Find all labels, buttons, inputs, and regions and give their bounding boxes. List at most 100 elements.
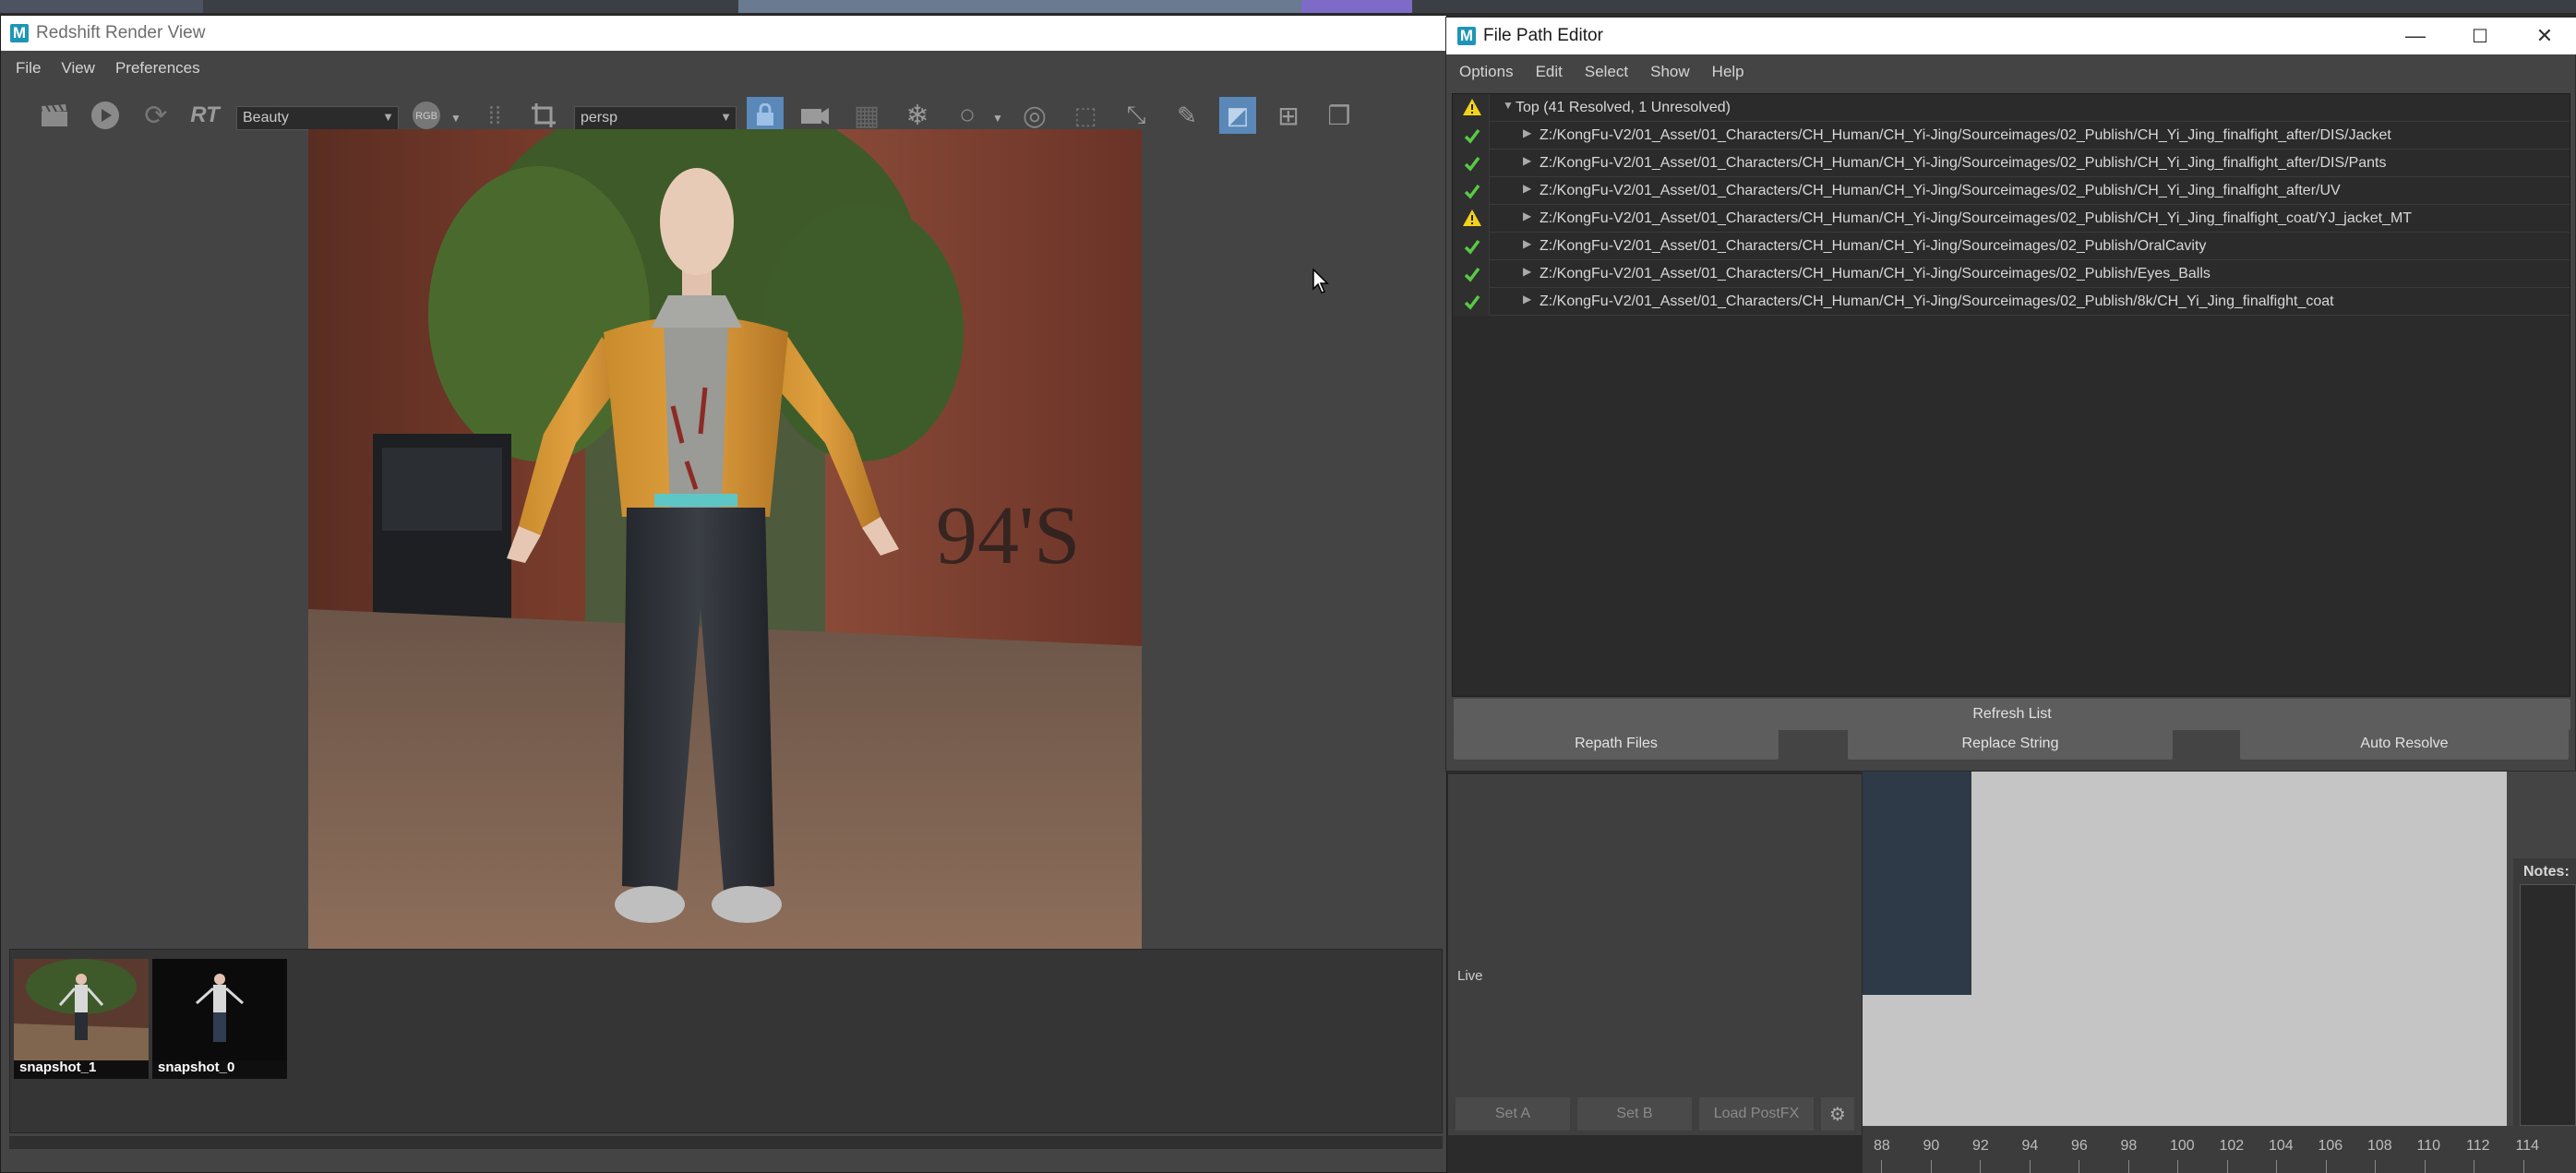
path-label: Z:/KongFu-V2/01_Asset/01_Characters/CH_H…	[1540, 266, 2211, 281]
focus-target-icon[interactable]: ◎	[1016, 97, 1053, 134]
crop-icon[interactable]	[525, 97, 562, 134]
tree-row[interactable]: ▶ Z:/KongFu-V2/01_Asset/01_Characters/CH…	[1453, 177, 2570, 205]
background-swatch	[1863, 770, 1971, 995]
snapshot-thumbnail[interactable]: snapshot_1	[14, 959, 149, 1079]
expand-arrow-icon[interactable]: ▶	[1523, 293, 1531, 305]
lock-region-icon[interactable]	[747, 97, 784, 134]
notes-textarea[interactable]	[2520, 884, 2576, 1126]
menu-options[interactable]: Options	[1459, 63, 1514, 81]
tree-row[interactable]: ▶ Z:/KongFu-V2/01_Asset/01_Characters/CH…	[1453, 150, 2570, 177]
tree-row[interactable]: ▶ Z:/KongFu-V2/01_Asset/01_Characters/CH…	[1453, 260, 2570, 288]
replace-string-button[interactable]: Replace String	[1848, 728, 2173, 760]
rgb-channel-icon[interactable]: RGB	[408, 97, 445, 134]
render-view-titlebar[interactable]: M Redshift Render View	[1, 16, 1446, 51]
gear-icon[interactable]: ⚙	[1821, 1097, 1854, 1131]
camera-combo[interactable]: persp ▼	[574, 106, 737, 130]
file-path-editor-title: File Path Editor	[1483, 26, 1603, 45]
timeline-tick-label: 108	[2367, 1138, 2392, 1154]
copy-snapshot-icon[interactable]: ❐	[1321, 97, 1358, 134]
set-a-button[interactable]: Set A	[1456, 1097, 1570, 1131]
menu-select[interactable]: Select	[1585, 63, 1628, 81]
menu-file[interactable]: File	[16, 59, 41, 78]
menu-view[interactable]: View	[61, 59, 95, 78]
timeline-tick	[2325, 1160, 2327, 1173]
horizontal-scrollbar[interactable]	[9, 1136, 1443, 1149]
snapshot-label: snapshot_0	[158, 1059, 235, 1075]
menu-show[interactable]: Show	[1650, 63, 1690, 81]
file-path-editor-titlebar[interactable]: M File Path Editor — ☐ ✕	[1446, 18, 2576, 54]
live-label: Live	[1457, 968, 1483, 984]
circle-icon[interactable]: ○	[949, 97, 986, 134]
rt-toggle[interactable]: RT	[186, 97, 223, 134]
fit-frame-icon[interactable]: ⤡	[1118, 97, 1155, 134]
close-icon[interactable]: ✕	[2512, 18, 2576, 54]
timeline-tick	[2375, 1160, 2376, 1173]
collapse-arrow-icon[interactable]: ▼	[1503, 99, 1514, 112]
tree-row[interactable]: ▶ Z:/KongFu-V2/01_Asset/01_Characters/CH…	[1453, 122, 2570, 150]
edit-region-icon[interactable]: ✎	[1168, 97, 1205, 134]
menu-edit[interactable]: Edit	[1536, 63, 1563, 81]
tree-row[interactable]: ▶ Z:/KongFu-V2/01_Asset/01_Characters/CH…	[1453, 205, 2570, 233]
expand-arrow-icon[interactable]: ▶	[1523, 126, 1531, 139]
file-path-editor-window: M File Path Editor — ☐ ✕ Options Edit Se…	[1445, 17, 2576, 772]
snapshot-thumbnail[interactable]: snapshot_0	[152, 959, 287, 1079]
refresh-icon[interactable]: ⟳	[138, 97, 174, 134]
timeline-tick-label: 110	[2416, 1138, 2441, 1154]
tree-row[interactable]: ▶ Z:/KongFu-V2/01_Asset/01_Characters/CH…	[1453, 233, 2570, 260]
path-label: Z:/KongFu-V2/01_Asset/01_Characters/CH_H…	[1540, 155, 2387, 171]
timeline-tick-label: 112	[2466, 1138, 2490, 1154]
channel-dropdown-icon[interactable]: ▼	[450, 112, 461, 125]
expand-arrow-icon[interactable]: ▶	[1523, 237, 1531, 250]
svg-text:RGB: RGB	[415, 111, 437, 122]
camera-combo-value: persp	[581, 110, 618, 126]
menu-help[interactable]: Help	[1712, 63, 1744, 81]
add-snapshot-icon[interactable]: ⊞	[1270, 97, 1307, 134]
bucket-grid-icon[interactable]: ▦	[848, 97, 885, 134]
expand-arrow-icon[interactable]: ▶	[1523, 209, 1531, 222]
expand-arrow-icon[interactable]: ▶	[1523, 182, 1531, 195]
aov-combo-value: Beauty	[243, 110, 289, 126]
file-path-tree[interactable]: ▼ Top (41 Resolved, 1 Unresolved) ▶ Z:/K…	[1452, 93, 2570, 697]
minimize-icon[interactable]: —	[2383, 18, 2448, 54]
expand-arrow-icon[interactable]: ▶	[1523, 154, 1531, 167]
timeline-tick	[2522, 1160, 2524, 1173]
set-b-button[interactable]: Set B	[1577, 1097, 1692, 1131]
timeline-tick-label: 106	[2318, 1138, 2343, 1154]
auto-resolve-button[interactable]: Auto Resolve	[2240, 728, 2569, 760]
expand-arrow-icon[interactable]: ▶	[1523, 265, 1531, 278]
path-label: Z:/KongFu-V2/01_Asset/01_Characters/CH_H…	[1540, 293, 2334, 309]
chevron-down-icon: ▼	[720, 110, 732, 124]
circle-dropdown-icon[interactable]: ▼	[992, 112, 1003, 125]
timeline-tick	[2276, 1160, 2277, 1173]
render-image[interactable]: 94'S	[308, 129, 1142, 956]
camera-icon[interactable]	[797, 97, 833, 134]
path-label: Z:/KongFu-V2/01_Asset/01_Characters/CH_H…	[1540, 127, 2391, 143]
maximize-icon[interactable]: ☐	[2448, 18, 2512, 54]
clapper-icon[interactable]	[36, 97, 73, 134]
timeline-tick	[2226, 1160, 2228, 1173]
aov-combo[interactable]: Beauty ▼	[236, 106, 399, 130]
repath-files-button[interactable]: Repath Files	[1454, 728, 1779, 760]
timeline-tick-label: 94	[2021, 1138, 2039, 1154]
mouse-cursor-icon	[1312, 268, 1329, 299]
tree-row[interactable]: ▶ Z:/KongFu-V2/01_Asset/01_Characters/CH…	[1453, 288, 2570, 316]
tree-top-label: Top (41 Resolved, 1 Unresolved)	[1516, 100, 1731, 115]
timeline-tick	[1980, 1160, 1981, 1173]
status-cell	[1453, 205, 1490, 233]
refresh-list-button[interactable]: Refresh List	[1454, 699, 2570, 730]
load-postfx-button[interactable]: Load PostFX	[1699, 1097, 1814, 1131]
render-play-icon[interactable]	[87, 97, 124, 134]
dotted-grid-icon[interactable]: ⁞⁞	[476, 97, 513, 134]
timeline-tick	[2127, 1160, 2129, 1173]
timeline-tick-label: 100	[2170, 1138, 2195, 1154]
maya-logo-icon: M	[1457, 27, 1476, 45]
check-icon	[1464, 128, 1480, 144]
timeline-tick	[2029, 1160, 2031, 1173]
overlay-toggle-icon[interactable]: ◩	[1219, 97, 1256, 134]
snowflake-icon[interactable]: ❄	[899, 97, 936, 134]
region-select-icon[interactable]: ⬚	[1067, 97, 1104, 134]
path-label: Z:/KongFu-V2/01_Asset/01_Characters/CH_H…	[1540, 183, 2341, 198]
tree-row-top[interactable]: ▼ Top (41 Resolved, 1 Unresolved)	[1453, 94, 2570, 122]
timeline-tick-label: 102	[2219, 1138, 2245, 1154]
menu-preferences[interactable]: Preferences	[115, 59, 200, 78]
